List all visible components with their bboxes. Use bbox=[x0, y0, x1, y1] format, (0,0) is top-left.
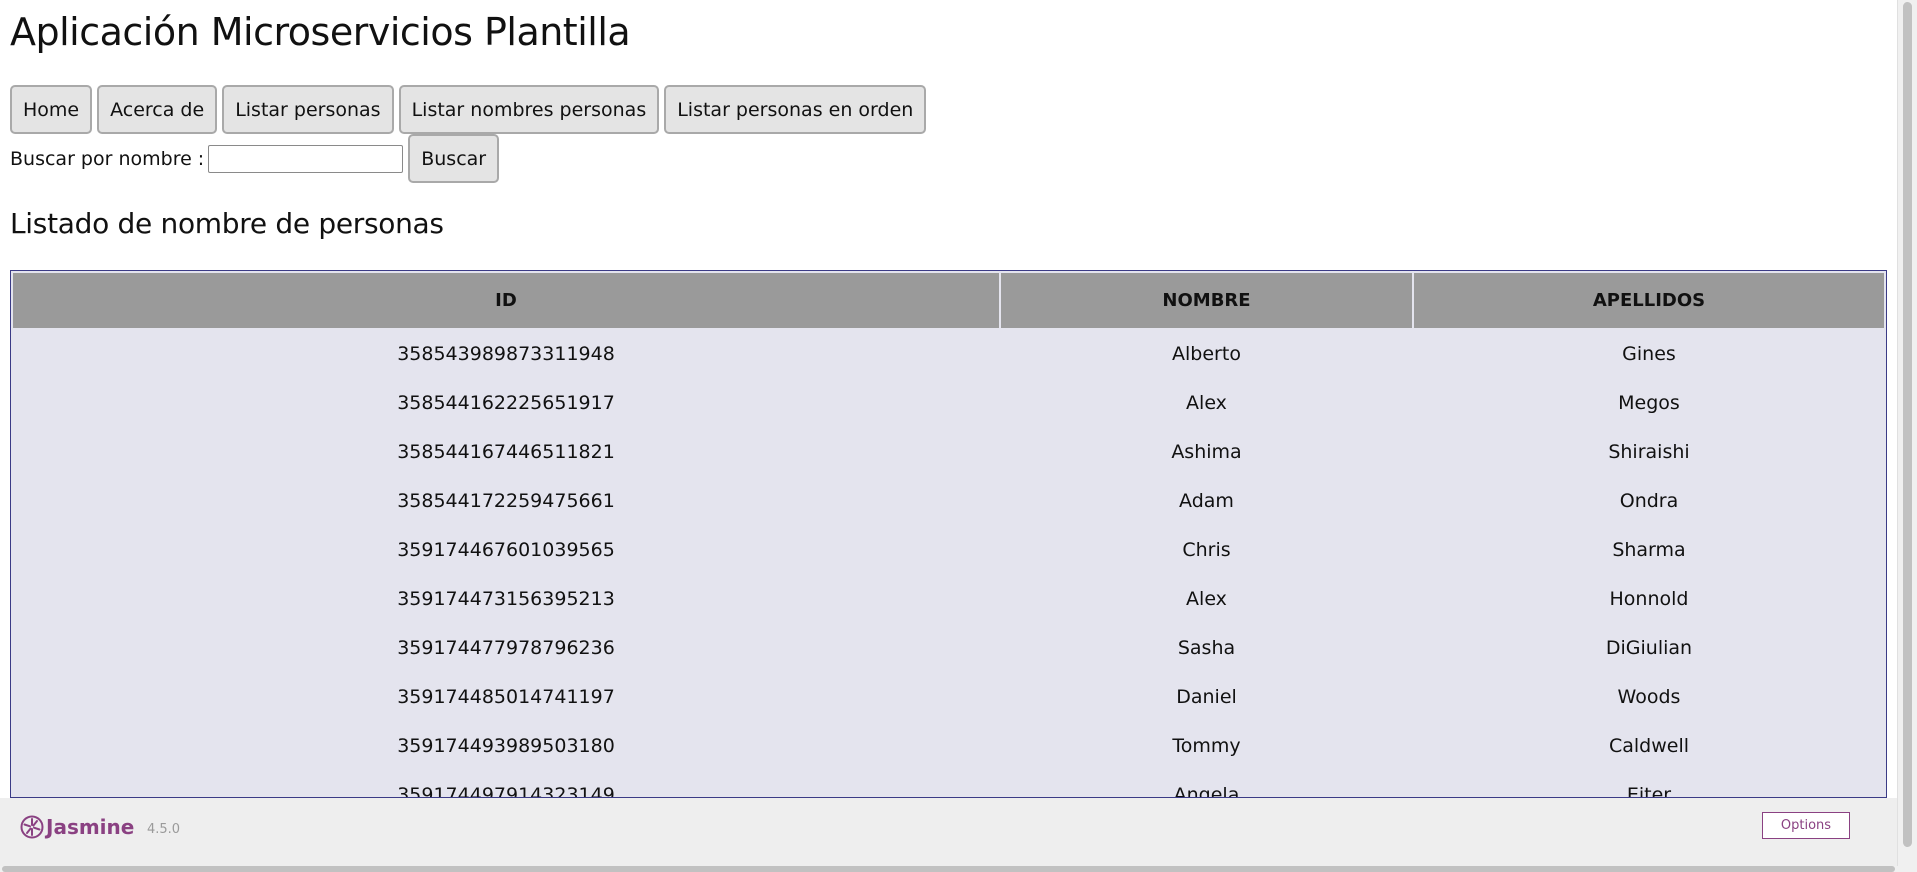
table-row: 358544172259475661 Adam Ondra bbox=[13, 477, 1884, 524]
search-label: Buscar por nombre : bbox=[10, 147, 205, 170]
table-row: 359174477978796236 Sasha DiGiulian bbox=[13, 624, 1884, 671]
table-row: 358544167446511821 Ashima Shiraishi bbox=[13, 428, 1884, 475]
table-header-row: ID NOMBRE APELLIDOS bbox=[13, 273, 1884, 328]
page: Aplicación Microservicios Plantilla Home… bbox=[0, 0, 1917, 872]
vertical-scrollbar[interactable] bbox=[1897, 0, 1917, 866]
cell-id: 359174473156395213 bbox=[13, 575, 999, 622]
cell-apellidos: Woods bbox=[1414, 673, 1884, 720]
search-input[interactable] bbox=[208, 144, 404, 173]
list-title: Listado de nombre de personas bbox=[10, 207, 444, 240]
list-ordered-button[interactable]: Listar personas en orden bbox=[664, 85, 927, 134]
cell-id: 359174467601039565 bbox=[13, 526, 999, 573]
search-button[interactable]: Buscar bbox=[408, 134, 500, 183]
cell-id: 359174497914323149 bbox=[13, 771, 999, 797]
jasmine-brand: Jasmine bbox=[46, 815, 135, 839]
column-header-nombre: NOMBRE bbox=[1001, 273, 1412, 328]
nav-bar: Home Acerca de Listar personas Listar no… bbox=[10, 85, 927, 134]
cell-id: 358544167446511821 bbox=[13, 428, 999, 475]
cell-nombre: Angela bbox=[1001, 771, 1412, 797]
jasmine-logo: Jasmine bbox=[20, 815, 134, 839]
column-header-apellidos: APELLIDOS bbox=[1414, 273, 1884, 328]
people-table-container[interactable]: ID NOMBRE APELLIDOS 358543989873311948 A… bbox=[10, 270, 1887, 798]
jasmine-version: 4.5.0 bbox=[147, 822, 181, 837]
table-row: 359174497914323149 Angela Eiter bbox=[13, 771, 1884, 797]
about-button[interactable]: Acerca de bbox=[97, 85, 218, 134]
cell-nombre: Tommy bbox=[1001, 722, 1412, 769]
options-button[interactable]: Options bbox=[1762, 812, 1850, 839]
jasmine-footer: Jasmine 4.5.0 Options bbox=[0, 798, 1897, 866]
table-row: 358544162225651917 Alex Megos bbox=[13, 379, 1884, 426]
page-title: Aplicación Microservicios Plantilla bbox=[10, 10, 631, 54]
cell-nombre: Adam bbox=[1001, 477, 1412, 524]
table-row: 359174493989503180 Tommy Caldwell bbox=[13, 722, 1884, 769]
cell-id: 359174477978796236 bbox=[13, 624, 999, 671]
cell-apellidos: Gines bbox=[1414, 330, 1884, 377]
cell-apellidos: Ondra bbox=[1414, 477, 1884, 524]
cell-id: 359174485014741197 bbox=[13, 673, 999, 720]
cell-nombre: Alex bbox=[1001, 379, 1412, 426]
cell-id: 359174493989503180 bbox=[13, 722, 999, 769]
cell-apellidos: Sharma bbox=[1414, 526, 1884, 573]
table-row: 359174467601039565 Chris Sharma bbox=[13, 526, 1884, 573]
search-row: Buscar por nombre : Buscar bbox=[10, 134, 500, 183]
cell-nombre: Alex bbox=[1001, 575, 1412, 622]
cell-nombre: Ashima bbox=[1001, 428, 1412, 475]
jasmine-flower-icon bbox=[20, 815, 44, 839]
column-header-id: ID bbox=[13, 273, 999, 328]
table-row: 359174485014741197 Daniel Woods bbox=[13, 673, 1884, 720]
cell-apellidos: Megos bbox=[1414, 379, 1884, 426]
home-button[interactable]: Home bbox=[10, 85, 93, 134]
cell-nombre: Sasha bbox=[1001, 624, 1412, 671]
cell-nombre: Chris bbox=[1001, 526, 1412, 573]
cell-id: 358544172259475661 bbox=[13, 477, 999, 524]
cell-nombre: Daniel bbox=[1001, 673, 1412, 720]
cell-apellidos: DiGiulian bbox=[1414, 624, 1884, 671]
list-people-button[interactable]: Listar personas bbox=[222, 85, 394, 134]
table-row: 358543989873311948 Alberto Gines bbox=[13, 330, 1884, 377]
cell-apellidos: Eiter bbox=[1414, 771, 1884, 797]
horizontal-scrollbar[interactable] bbox=[0, 866, 1917, 872]
people-table: ID NOMBRE APELLIDOS 358543989873311948 A… bbox=[11, 271, 1886, 797]
cell-apellidos: Shiraishi bbox=[1414, 428, 1884, 475]
list-names-button[interactable]: Listar nombres personas bbox=[398, 85, 660, 134]
cell-id: 358543989873311948 bbox=[13, 330, 999, 377]
cell-id: 358544162225651917 bbox=[13, 379, 999, 426]
cell-apellidos: Caldwell bbox=[1414, 722, 1884, 769]
cell-apellidos: Honnold bbox=[1414, 575, 1884, 622]
table-row: 359174473156395213 Alex Honnold bbox=[13, 575, 1884, 622]
horizontal-scrollbar-thumb[interactable] bbox=[2, 866, 1895, 872]
cell-nombre: Alberto bbox=[1001, 330, 1412, 377]
vertical-scrollbar-thumb[interactable] bbox=[1903, 2, 1912, 847]
